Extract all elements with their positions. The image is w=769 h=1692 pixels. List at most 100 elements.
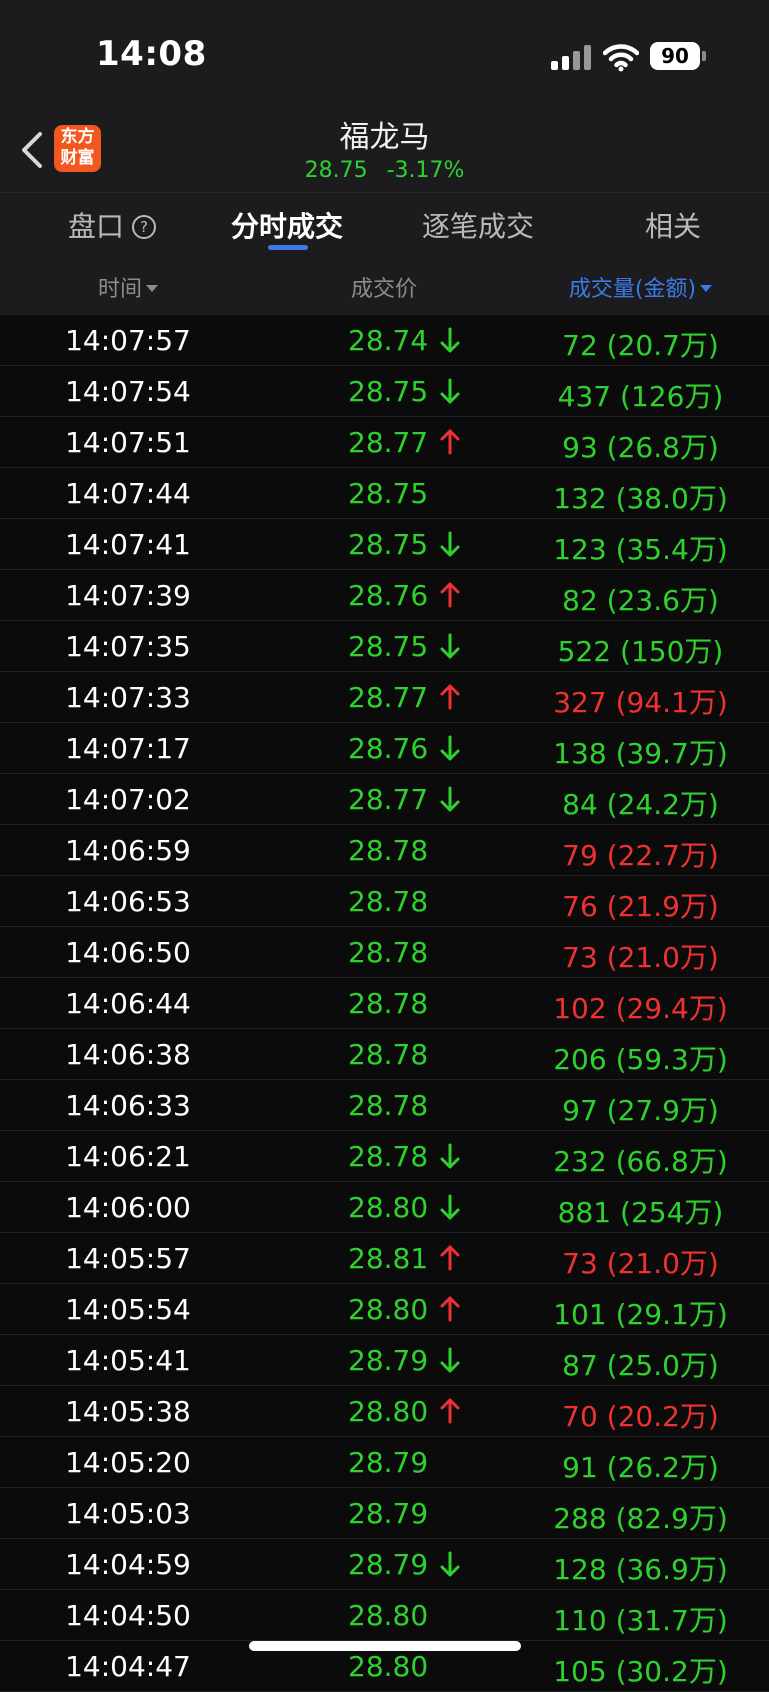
trade-price: 28.77	[348, 426, 429, 459]
trade-volume: 327 (94.1万)	[553, 686, 728, 719]
column-volume-label: 成交量(金额)	[568, 277, 697, 302]
trade-time: 14:06:59	[65, 834, 191, 867]
trade-time: 14:06:21	[65, 1140, 191, 1173]
active-tab-indicator	[268, 245, 308, 250]
trade-volume: 132 (38.0万)	[553, 482, 728, 515]
tab-tick-by-tick[interactable]: 逐笔成交	[422, 205, 534, 245]
arrow-down-icon	[438, 1192, 462, 1222]
trade-row: 14:07:51 28.77 93 (26.8万)	[0, 417, 769, 468]
trade-time: 14:06:00	[65, 1191, 191, 1224]
trade-time: 14:06:53	[65, 885, 191, 918]
trade-volume: 110 (31.7万)	[553, 1604, 728, 1637]
trade-volume: 73 (21.0万)	[562, 941, 719, 974]
trade-time: 14:04:47	[65, 1650, 191, 1683]
column-volume-sort[interactable]: 成交量(金额)	[512, 271, 769, 303]
trade-volume: 76 (21.9万)	[562, 890, 719, 923]
column-header: 时间 成交价 成交量(金额)	[0, 253, 769, 315]
trade-time: 14:07:44	[65, 477, 191, 510]
trade-row: 14:07:33 28.77 327 (94.1万)	[0, 672, 769, 723]
trade-time: 14:07:35	[65, 630, 191, 663]
trade-time: 14:07:33	[65, 681, 191, 714]
trade-volume: 91 (26.2万)	[562, 1451, 719, 1484]
trade-row: 14:06:50 28.78 73 (21.0万)	[0, 927, 769, 978]
trade-price: 28.77	[348, 783, 429, 816]
trade-price: 28.79	[348, 1344, 429, 1377]
trade-time: 14:07:41	[65, 528, 191, 561]
trade-time: 14:05:41	[65, 1344, 191, 1377]
cellular-signal-icon	[551, 44, 593, 70]
trade-volume: 70 (20.2万)	[562, 1400, 719, 1433]
trade-row: 14:07:57 28.74 72 (20.7万)	[0, 315, 769, 366]
trade-time: 14:07:17	[65, 732, 191, 765]
tab-bar: 盘口? 分时成交 逐笔成交 相关	[0, 192, 769, 253]
trade-volume: 881 (254万)	[557, 1196, 724, 1229]
arrow-up-icon	[438, 682, 462, 712]
trade-volume: 102 (29.4万)	[553, 992, 728, 1025]
trade-time: 14:05:20	[65, 1446, 191, 1479]
tab-related[interactable]: 相关	[645, 205, 701, 245]
trade-volume: 232 (66.8万)	[553, 1145, 728, 1178]
trade-price: 28.76	[348, 732, 429, 765]
trade-row: 14:07:39 28.76 82 (23.6万)	[0, 570, 769, 621]
arrow-up-icon	[438, 1294, 462, 1324]
trade-time: 14:05:57	[65, 1242, 191, 1275]
trade-price: 28.80	[348, 1395, 429, 1428]
trade-time: 14:07:51	[65, 426, 191, 459]
arrow-up-icon	[438, 1396, 462, 1426]
stock-name: 福龙马	[339, 120, 430, 155]
trade-price: 28.75	[348, 528, 429, 561]
trade-price: 28.81	[348, 1242, 429, 1275]
trade-price: 28.79	[348, 1548, 429, 1581]
trade-row: 14:05:54 28.80 101 (29.1万)	[0, 1284, 769, 1335]
trade-row: 14:05:57 28.81 73 (21.0万)	[0, 1233, 769, 1284]
tab-order-book[interactable]: 盘口?	[68, 205, 157, 245]
column-price-label: 成交价	[350, 277, 417, 302]
trade-volume: 128 (36.9万)	[553, 1553, 728, 1586]
tab-time-sales[interactable]: 分时成交	[231, 205, 343, 245]
trade-price: 28.75	[348, 375, 429, 408]
trade-price: 28.78	[348, 834, 429, 867]
caret-down-icon	[700, 285, 713, 292]
stock-price: 28.75	[304, 158, 368, 183]
trade-volume: 87 (25.0万)	[562, 1349, 719, 1382]
trade-time: 14:06:44	[65, 987, 191, 1020]
trade-row: 14:04:50 28.80 110 (31.7万)	[0, 1590, 769, 1641]
arrow-down-icon	[438, 1549, 462, 1579]
trade-time: 14:07:39	[65, 579, 191, 612]
column-time-label: 时间	[97, 277, 142, 302]
trade-time: 14:07:54	[65, 375, 191, 408]
trade-row: 14:05:20 28.79 91 (26.2万)	[0, 1437, 769, 1488]
arrow-down-icon	[438, 325, 462, 355]
arrow-down-icon	[438, 529, 462, 559]
trade-time: 14:05:54	[65, 1293, 191, 1326]
arrow-down-icon	[438, 784, 462, 814]
trade-volume: 437 (126万)	[557, 380, 724, 413]
trade-price: 28.76	[348, 579, 429, 612]
stock-change-pct: -3.17%	[386, 158, 465, 183]
home-indicator[interactable]	[249, 1641, 521, 1651]
wifi-icon	[602, 42, 640, 72]
trade-list[interactable]: 14:07:57 28.74 72 (20.7万) 14:07:54 28.75 437 …	[0, 315, 769, 1692]
trade-volume: 72 (20.7万)	[562, 329, 719, 362]
trade-time: 14:06:33	[65, 1089, 191, 1122]
trade-time: 14:04:59	[65, 1548, 191, 1581]
arrow-up-icon	[438, 427, 462, 457]
trade-time: 14:06:38	[65, 1038, 191, 1071]
trade-time: 14:07:57	[65, 324, 191, 357]
trade-volume: 206 (59.3万)	[553, 1043, 728, 1076]
trade-row: 14:06:21 28.78 232 (66.8万)	[0, 1131, 769, 1182]
trade-price: 28.80	[348, 1599, 429, 1632]
trade-price: 28.80	[348, 1293, 429, 1326]
help-icon[interactable]: ?	[132, 215, 157, 239]
trade-price: 28.80	[348, 1650, 429, 1683]
trade-volume: 79 (22.7万)	[562, 839, 719, 872]
trade-row: 14:04:59 28.79 128 (36.9万)	[0, 1539, 769, 1590]
trade-time: 14:05:03	[65, 1497, 191, 1530]
trade-price: 28.78	[348, 936, 429, 969]
trade-row: 14:07:02 28.77 84 (24.2万)	[0, 774, 769, 825]
caret-down-icon	[146, 285, 158, 292]
trade-row: 14:05:38 28.80 70 (20.2万)	[0, 1386, 769, 1437]
column-time-sort[interactable]: 时间	[0, 271, 256, 303]
trade-volume: 101 (29.1万)	[553, 1298, 728, 1331]
trade-volume: 82 (23.6万)	[562, 584, 719, 617]
